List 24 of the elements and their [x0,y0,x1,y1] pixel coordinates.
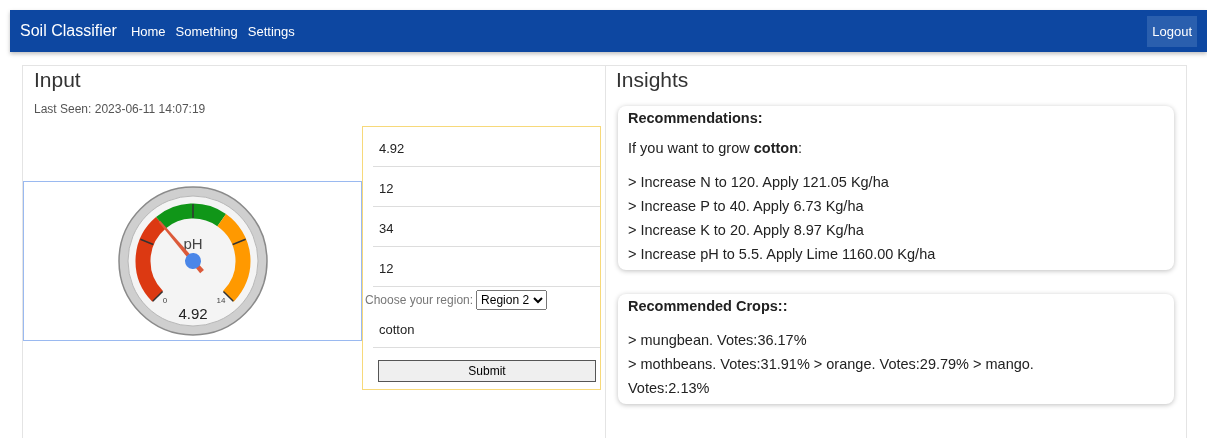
card-line-text: > mothbeans. Votes:31.91% > orange. Votes:29.79% > mango. Votes:2.13% [628,355,1035,398]
card-title: Recommendations: [628,110,764,126]
region-select[interactable]: Region 2 [476,290,548,310]
nav-link[interactable]: Home [130,23,166,39]
gauge-min-label: 0 [162,296,167,305]
card-intro-text: If you want to grow cotton: [628,140,804,156]
card-line-text: > Increase N to 120. Apply 121.05 Kg/ha [628,173,890,192]
panel-title: Input [34,68,82,92]
nav-link[interactable]: Something [175,23,238,39]
brand-title[interactable]: Soil Classifier [20,22,117,40]
gauge-max-label: 14 [216,296,225,305]
region-label: Choose your region: [365,293,474,307]
card-line-text: > Increase pH to 5.5. Apply Lime 1160.00 Kg/ha [628,245,937,264]
gauge-label: pH [182,235,203,252]
nav-link[interactable]: Settings [247,23,295,39]
logout-button[interactable]: Logout [1147,15,1197,47]
last-seen-text: Last Seen: 2023-06-11 14:07:19 [34,102,207,116]
submit-button[interactable]: Submit [378,360,596,382]
panel-title: Insights [616,68,690,92]
card-line-text: > Increase P to 40. Apply 6.73 Kg/ha [628,197,865,216]
gauge-value: 4.92 [177,305,208,322]
card-title: Recommended Crops:: [628,298,789,314]
card-line-text: > mungbean. Votes:36.17% [628,331,808,350]
card-line-text: > Increase K to 20. Apply 8.97 Kg/ha [628,221,865,240]
